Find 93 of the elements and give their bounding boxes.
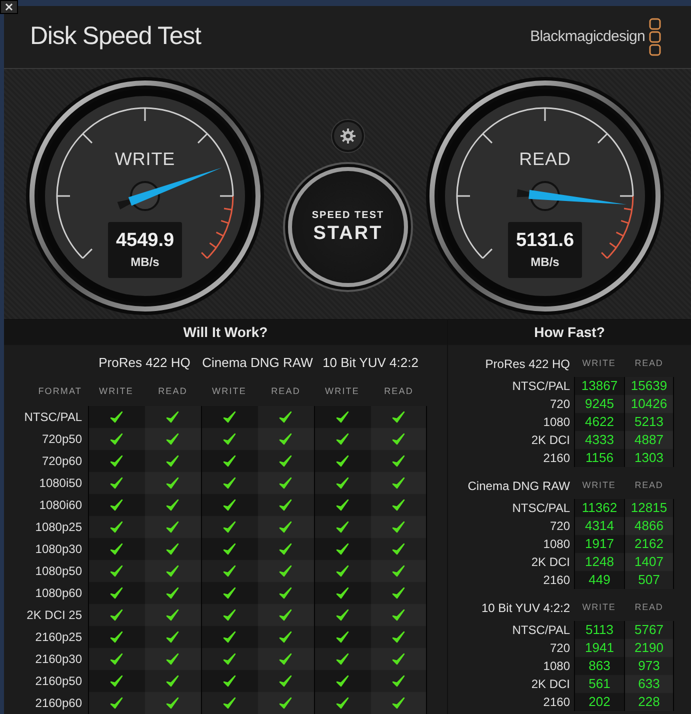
- codec-heading: ProRes 422 HQ: [485, 356, 570, 372]
- codec-heading: Cinema DNG RAW: [202, 354, 313, 370]
- format-label: 2160p50: [35, 673, 82, 690]
- format-label: 1080: [543, 536, 570, 552]
- table-cell: 10426: [624, 394, 674, 412]
- column-header: READ: [158, 386, 188, 396]
- format-label: NTSC/PAL: [24, 409, 82, 426]
- table-cell: 4866: [624, 516, 674, 534]
- table-cell: 449: [574, 570, 624, 588]
- format-label: 1080p60: [35, 585, 82, 602]
- column-header: READ: [271, 386, 300, 396]
- column-header: WRITE: [582, 600, 616, 614]
- codec-heading: Cinema DNG RAW: [468, 478, 570, 494]
- logo-icon: [649, 18, 661, 56]
- column-header: READ: [634, 478, 664, 492]
- speed-value: 4549.9: [116, 231, 174, 250]
- table-cell: 633: [624, 674, 674, 692]
- format-label: 2K DCI: [531, 676, 570, 692]
- column-header: WRITE: [582, 356, 616, 370]
- table-cell: 1941: [574, 638, 624, 656]
- gauge-label: WRITE: [114, 148, 176, 169]
- table-cell: 1407: [624, 552, 674, 570]
- format-label: 1080i60: [39, 497, 82, 514]
- table-cell: 202: [574, 692, 624, 710]
- speed-unit: MB/s: [530, 256, 560, 268]
- format-label: 1080: [543, 658, 570, 674]
- format-label: 2160p30: [35, 651, 82, 668]
- gauge-label: READ: [519, 148, 571, 169]
- table-cell: 5213: [624, 412, 674, 430]
- panel-title: How Fast?: [448, 320, 691, 344]
- table-cell: 1917: [574, 534, 624, 552]
- format-label: 1080i50: [39, 475, 82, 492]
- table-cell: 1303: [624, 448, 674, 466]
- format-label: NTSC/PAL: [512, 622, 570, 638]
- column-header: READ: [384, 386, 414, 396]
- format-label: 2K DCI: [531, 432, 570, 448]
- settings-icon: [340, 128, 356, 144]
- table-cell: 863: [574, 656, 624, 674]
- format-label: 2160: [543, 572, 570, 588]
- table-cell: 15639: [624, 376, 674, 394]
- column-header: WRITE: [99, 386, 134, 396]
- format-label: 1080p50: [35, 563, 82, 580]
- table-cell: 2190: [624, 638, 674, 656]
- table-cell: 4333: [574, 430, 624, 448]
- column-header: READ: [634, 356, 664, 370]
- format-label: 2160: [543, 694, 570, 710]
- format-label: 720: [550, 640, 570, 656]
- close-icon: [5, 3, 13, 11]
- format-label: 720p60: [42, 453, 82, 470]
- table-cell: 4887: [624, 430, 674, 448]
- column-header: WRITE: [582, 478, 616, 492]
- format-label: 2K DCI: [531, 554, 570, 570]
- table-cell: 1248: [574, 552, 624, 570]
- column-header: READ: [634, 600, 664, 614]
- format-label: 1080p25: [35, 519, 82, 536]
- column-header: WRITE: [212, 386, 246, 396]
- brand-name: Blackmagicdesign: [530, 26, 645, 47]
- table-cell: 973: [624, 656, 674, 674]
- table-cell: 4622: [574, 412, 624, 430]
- table-cell: 12815: [624, 498, 674, 516]
- table-cell: 2162: [624, 534, 674, 552]
- table-cell: 11362: [574, 498, 624, 516]
- format-label: 2160: [543, 450, 570, 466]
- speed-unit: MB/s: [130, 256, 160, 268]
- codec-heading: 10 Bit YUV 4:2:2: [482, 600, 570, 616]
- format-label: NTSC/PAL: [512, 500, 570, 516]
- table-cell: 5113: [574, 620, 624, 638]
- codec-heading: 10 Bit YUV 4:2:2: [322, 354, 418, 370]
- settings-button[interactable]: [332, 120, 364, 152]
- format-label: 720: [550, 396, 570, 412]
- table-cell: 4314: [574, 516, 624, 534]
- window-title: Disk Speed Test: [30, 21, 201, 52]
- format-label: 720p50: [42, 431, 82, 448]
- format-label: 720: [550, 518, 570, 534]
- table-cell: 13867: [574, 376, 624, 394]
- table-cell: 228: [624, 692, 674, 710]
- table-cell: 9245: [574, 394, 624, 412]
- format-label: 2160p25: [35, 629, 82, 646]
- format-label: NTSC/PAL: [512, 378, 570, 394]
- speed-value: 5131.6: [516, 231, 574, 250]
- table-cell: 507: [624, 570, 674, 588]
- format-label: 1080p30: [35, 541, 82, 558]
- format-label: 2K DCI 25: [26, 607, 82, 624]
- format-label: 2160p60: [35, 695, 82, 712]
- table-cell: 5767: [624, 620, 674, 638]
- table-cell: 561: [574, 674, 624, 692]
- column-header: WRITE: [325, 386, 360, 396]
- panel-title: Will It Work?: [4, 320, 447, 344]
- format-label: 1080: [543, 414, 570, 430]
- close-button[interactable]: [0, 0, 18, 14]
- table-cell: 1156: [574, 448, 624, 466]
- column-header: FORMAT: [38, 386, 82, 396]
- codec-heading: ProRes 422 HQ: [98, 354, 190, 370]
